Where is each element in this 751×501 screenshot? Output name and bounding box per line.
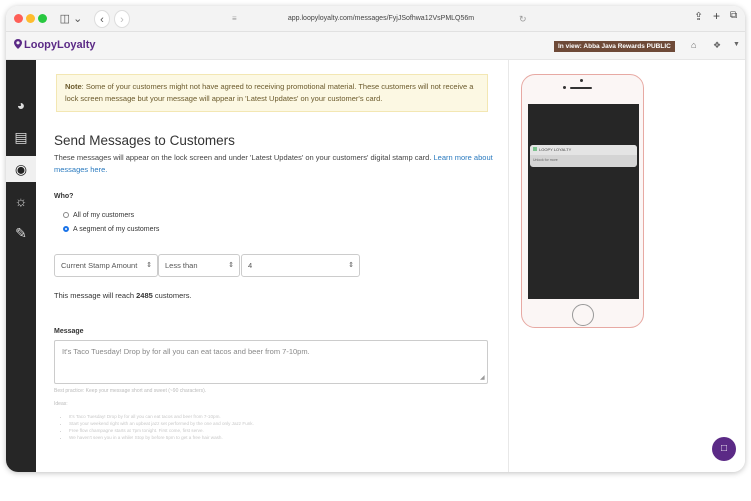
segment-value-input[interactable]: 4 ⇕ [241,254,360,277]
reach-count: 2485 [136,291,153,300]
customers-icon[interactable]: ☼ [6,188,36,214]
idea-item: Free flow champagne starts at 7pm tonigh… [69,427,254,434]
notification-preview: LOOPY LOYALTY Unlock for more [530,145,637,167]
page-description: These messages will appear on the lock s… [54,152,494,175]
phone-sensor [563,86,566,89]
location-pin-icon [14,39,22,49]
select-arrows-icon: ⇕ [228,262,234,269]
notification-header: LOOPY LOYALTY [530,145,637,155]
radio-all-customers[interactable]: All of my customers [63,212,134,219]
zoom-window-button[interactable] [38,14,47,23]
select-arrows-icon: ⇕ [146,262,152,269]
radio-label: A segment of my customers [73,226,160,233]
reach-suffix: customers. [152,291,192,300]
radio-label: All of my customers [73,212,135,219]
radio-button[interactable] [63,212,69,218]
logo[interactable]: LoopyLoyalty [14,39,96,51]
edit-icon[interactable]: ✎ [6,220,36,246]
reach-summary: This message will reach 2485 customers. [54,291,192,300]
description-text: These messages will appear on the lock s… [54,153,434,162]
browser-window: ◫ ⌄ ‹ › ≡ app.loopyloyalty.com/messages/… [6,6,745,472]
idea-item: We haven't seen you in a while! Stop by … [69,434,254,441]
reach-prefix: This message will reach [54,291,137,300]
logo-text: LoopyLoyalty [24,39,96,51]
notice-banner: Note: Some of your customers might not h… [56,74,488,112]
reload-icon[interactable]: ↻ [519,11,527,27]
browser-toolbar: ◫ ⌄ ‹ › ≡ app.loopyloyalty.com/messages/… [6,6,745,32]
segment-field-value: Current Stamp Amount [61,261,138,270]
tabs-icon[interactable]: ⧉ [730,10,737,21]
segment-operator-select[interactable]: Less than ⇕ [158,254,240,277]
segment-value: 4 [248,261,253,270]
minimize-window-button[interactable] [26,14,35,23]
preview-panel: LOOPY LOYALTY Unlock for more [508,60,745,472]
address-bar[interactable]: app.loopyloyalty.com/messages/FyjJSofhwa… [231,11,531,27]
ideas-label: Ideas: [54,401,68,407]
close-window-button[interactable] [14,14,23,23]
segment-field-select[interactable]: Current Stamp Amount ⇕ [54,254,158,277]
sidebar-icon[interactable]: ◫ ⌄ [58,10,84,28]
notification-app-name: LOOPY LOYALTY [539,147,572,152]
app-header: LoopyLoyalty In view: Abba Java Rewards … [6,32,745,60]
reports-icon[interactable]: ▤ [6,124,36,150]
messages-icon[interactable]: ◉ [6,156,36,182]
radio-button-selected[interactable] [63,226,69,232]
stepper-icon[interactable]: ⇕ [348,255,354,276]
left-nav: ◕ ▤ ◉ ☼ ✎ [6,60,36,472]
phone-lock-screen: LOOPY LOYALTY Unlock for more [528,104,639,299]
info-icon[interactable]: ❖ [713,40,721,51]
who-label: Who? [54,193,74,200]
message-textarea[interactable]: It's Taco Tuesday! Drop by for all you c… [54,340,488,384]
notice-text: : Some of your customers might not have … [65,82,474,103]
new-tab-icon[interactable]: + [713,9,720,23]
phone-speaker [570,87,592,89]
resize-handle-icon[interactable]: ◢ [480,374,485,381]
notification-body: Unlock for more [533,158,558,162]
back-icon[interactable]: ‹ [94,10,110,28]
radio-segment-customers[interactable]: A segment of my customers [63,226,159,233]
chevron-down-icon[interactable]: ▼ [733,41,740,48]
share-icon[interactable]: ⇪ [694,10,703,23]
message-label: Message [54,328,84,335]
main-content: Note: Some of your customers might not h… [36,60,508,472]
chat-icon[interactable]: □ [712,437,736,461]
phone-preview: LOOPY LOYALTY Unlock for more [521,74,644,328]
segment-operator-value: Less than [165,261,198,270]
ideas-list: It's Taco Tuesday! Drop by for all you c… [69,413,254,441]
view-badge[interactable]: In view: Abba Java Rewards PUBLIC [554,41,675,52]
message-hint: Best practice: Keep your message short a… [54,388,207,394]
page-title: Send Messages to Customers [54,133,235,148]
idea-item: It's Taco Tuesday! Drop by for all you c… [69,413,254,420]
idea-item: Start your weekend right with an upbeat … [69,420,254,427]
phone-camera [580,79,583,82]
forward-icon[interactable]: › [114,10,130,28]
phone-home-button [572,304,594,326]
home-icon[interactable]: ⌂ [691,40,696,50]
notice-label: Note [65,82,82,91]
dashboard-icon[interactable]: ◕ [6,92,36,118]
app-icon [533,147,537,151]
